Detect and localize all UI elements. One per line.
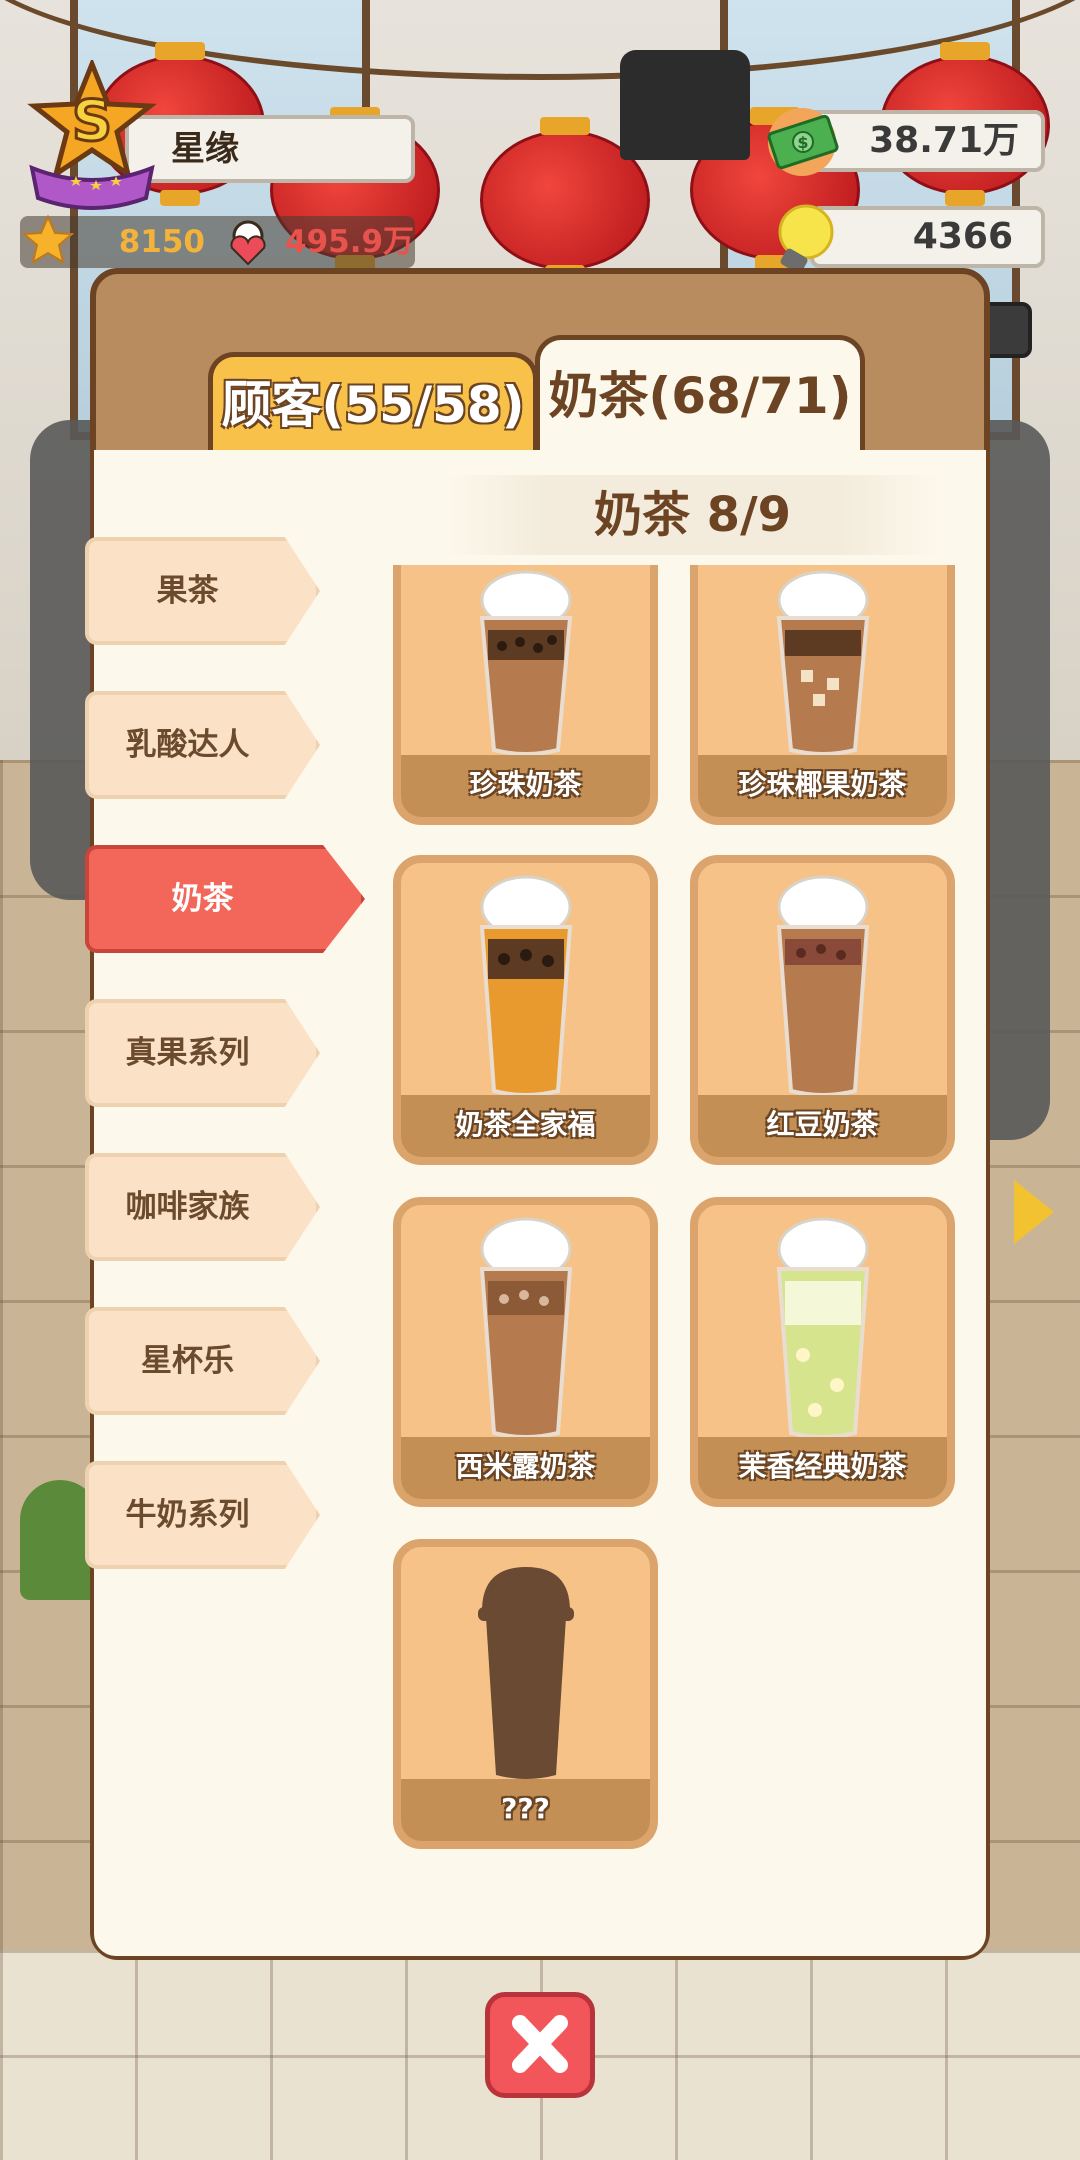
fan-count: 495.9万 xyxy=(285,224,415,260)
category-fruit-tea[interactable]: 果茶 xyxy=(85,537,320,645)
drink-name: ??? xyxy=(401,1779,650,1841)
drink-card[interactable]: 红豆奶茶 xyxy=(690,855,955,1165)
drink-card[interactable]: 珍珠奶茶 xyxy=(393,565,658,825)
rank-letter: S xyxy=(72,89,112,154)
close-icon xyxy=(512,2015,568,2073)
category-milk[interactable]: 牛奶系列 xyxy=(85,1461,320,1569)
drink-card[interactable]: 茉香经典奶茶 xyxy=(690,1197,955,1507)
category-real-fruit[interactable]: 真果系列 xyxy=(85,999,320,1107)
next-arrow-icon[interactable] xyxy=(1014,1180,1054,1244)
star-icon xyxy=(22,214,74,265)
drink-name: 珍珠椰果奶茶 xyxy=(698,755,947,817)
drink-card-locked[interactable]: ??? xyxy=(393,1539,658,1849)
drink-name: 西米露奶茶 xyxy=(401,1437,650,1499)
close-button[interactable] xyxy=(485,1992,595,2098)
fan-heart-icon xyxy=(230,220,266,266)
red-bean-milk-tea-icon xyxy=(776,875,870,1097)
drink-card[interactable]: 西米露奶茶 xyxy=(393,1197,658,1507)
star-count: 8150 xyxy=(118,224,205,260)
player-name[interactable]: 星缘 xyxy=(125,115,415,183)
drink-name: 奶茶全家福 xyxy=(401,1095,650,1157)
tab-customers[interactable]: 顾客(55/58) xyxy=(208,352,538,450)
hat-decoration xyxy=(620,50,750,160)
svg-text:$: $ xyxy=(797,133,808,152)
drink-name: 珍珠奶茶 xyxy=(401,755,650,817)
category-coffee[interactable]: 咖啡家族 xyxy=(85,1153,320,1261)
milk-tea-family-icon xyxy=(479,875,573,1097)
locked-drink-icon xyxy=(478,1567,574,1779)
drink-card[interactable]: 奶茶全家福 xyxy=(393,855,658,1165)
cash-icon: $ xyxy=(767,108,839,176)
drink-name: 茉香经典奶茶 xyxy=(698,1437,947,1499)
tab-milk-tea[interactable]: 奶茶(68/71) xyxy=(535,335,865,450)
star-badge-icon[interactable]: S xyxy=(22,60,162,210)
drink-card[interactable]: 珍珠椰果奶茶 xyxy=(690,565,955,825)
idea-points-display[interactable]: 4366 xyxy=(810,206,1045,268)
section-title: 奶茶 8/9 xyxy=(445,475,940,555)
category-yogurt[interactable]: 乳酸达人 xyxy=(85,691,320,799)
pearl-milk-tea-icon xyxy=(479,570,573,756)
pearl-coconut-milk-tea-icon xyxy=(776,570,870,756)
sago-milk-tea-icon xyxy=(479,1217,573,1439)
drink-name: 红豆奶茶 xyxy=(698,1095,947,1157)
jasmine-milk-tea-icon xyxy=(776,1217,870,1439)
category-milk-tea[interactable]: 奶茶 xyxy=(85,845,365,953)
category-star-cup[interactable]: 星杯乐 xyxy=(85,1307,320,1415)
